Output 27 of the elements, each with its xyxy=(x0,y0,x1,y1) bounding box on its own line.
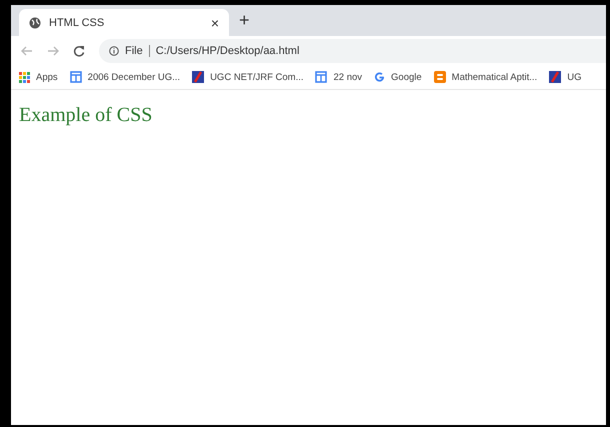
address-bar[interactable]: File C:/Users/HP/Desktop/aa.html xyxy=(99,38,606,62)
page-heading: Example of CSS xyxy=(19,104,154,127)
reload-icon[interactable] xyxy=(73,44,85,56)
globe-icon xyxy=(29,16,41,28)
url-text: C:/Users/HP/Desktop/aa.html xyxy=(156,44,300,56)
document-icon xyxy=(315,71,328,83)
bookmark-item[interactable]: UG xyxy=(549,71,582,83)
tab-title: HTML CSS xyxy=(49,16,106,28)
google-g-icon xyxy=(374,72,386,82)
bookmark-item[interactable]: UGC NET/JRF Com... xyxy=(192,71,304,83)
new-tab-button[interactable]: + xyxy=(239,10,250,31)
document-icon xyxy=(70,71,82,83)
bookmark-item[interactable]: Mathematical Aptit... xyxy=(434,71,538,83)
browser-tab[interactable]: HTML CSS × xyxy=(19,9,229,36)
bookmark-item[interactable]: 2006 December UG... xyxy=(70,71,180,83)
back-icon[interactable] xyxy=(21,46,33,56)
bookmark-item[interactable]: Google xyxy=(374,72,422,82)
close-tab-button[interactable]: × xyxy=(210,14,219,30)
logo-icon xyxy=(192,71,204,83)
scheme-label: File xyxy=(125,44,143,56)
logo-icon xyxy=(549,71,562,83)
forward-icon[interactable] xyxy=(47,46,59,56)
bookmark-item[interactable]: Apps xyxy=(19,72,58,82)
blogger-icon xyxy=(434,71,446,83)
bookmark-item[interactable]: 22 nov xyxy=(315,71,362,83)
info-icon xyxy=(109,46,119,56)
apps-grid-icon xyxy=(19,72,30,82)
